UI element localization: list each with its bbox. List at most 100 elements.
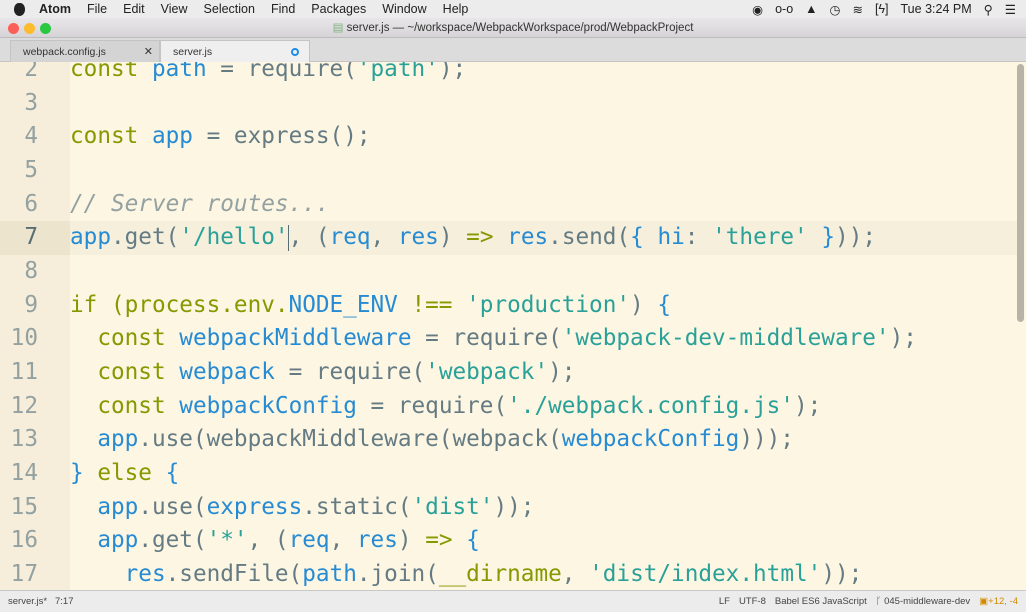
notification-center-icon[interactable]: ☰ [1005,2,1016,17]
menu-help[interactable]: Help [443,2,469,16]
line-text: const webpackMiddleware = require('webpa… [70,322,917,356]
timer-icon[interactable]: ◷ [830,2,841,17]
code-token: 'dist/index.html' [589,560,822,587]
code-token: : [684,224,713,251]
menu-edit[interactable]: Edit [123,2,145,16]
apple-icon[interactable] [14,2,25,16]
glasses-icon[interactable]: o-o [775,2,793,16]
code-line[interactable]: 9 if (process.env.NODE_ENV !== 'productio… [0,289,1020,323]
code-token: !== [397,291,467,318]
code-token: 'dist' [411,493,494,520]
code-line[interactable]: 8 [0,255,1020,289]
code-line[interactable]: 11 const webpack = require('webpack'); [0,356,1020,390]
code-line[interactable]: 10 const webpackMiddleware = require('we… [0,322,1020,356]
code-line[interactable]: 4 const app = express(); [0,120,1020,154]
code-line[interactable]: 3 [0,87,1020,121]
code-token: app [151,123,193,150]
status-cursor-position[interactable]: 7:17 [55,596,74,607]
code-line[interactable]: 17 res.sendFile(path.join(__dirname, 'di… [0,558,1020,590]
tab-webpack-config[interactable]: webpack.config.js ✕ [10,40,160,62]
status-git-branch[interactable]: 045-middleware-dev [884,596,970,607]
line-number: 7 [0,221,70,255]
menu-view[interactable]: View [161,2,188,16]
code-token: .static( [302,493,412,520]
record-icon[interactable]: ◉ [752,2,763,17]
status-git-diff[interactable]: +12, -4 [988,596,1018,607]
menu-app-name[interactable]: Atom [39,2,71,16]
code-token: const [70,62,139,82]
code-line[interactable]: 14} else { [0,457,1020,491]
spotlight-search-icon[interactable]: ⚲ [984,2,993,17]
code-line[interactable]: 2 const path = require('path'); [0,62,1020,87]
code-line[interactable]: 12 const webpackConfig = require('./webp… [0,390,1020,424]
menu-window[interactable]: Window [382,2,426,16]
menu-packages[interactable]: Packages [311,2,366,16]
code-token: , ( [288,224,330,251]
modified-indicator-icon[interactable] [291,48,299,56]
wifi-icon[interactable]: ≋ [852,2,862,17]
code-token: ) [397,527,426,554]
code-token: => [466,224,494,251]
code-token: app [70,224,111,251]
line-text: const app = express(); [70,120,371,154]
minimize-window-icon[interactable] [24,23,35,34]
tab-bar: webpack.config.js ✕ server.js [0,38,1026,62]
title-bar: ▤ server.js — ~/workspace/WebpackWorkspa… [0,18,1026,38]
code-token: req [288,527,330,554]
code-token: 'there' [712,224,808,251]
close-tab-icon[interactable]: ✕ [144,41,153,63]
code-token: 'production' [466,291,631,318]
code-token: webpackConfig [561,426,740,453]
clock[interactable]: Tue 3:24 PM [901,2,972,16]
status-bar: server.js* 7:17 LF UTF-8 Babel ES6 JavaS… [0,590,1026,612]
status-grammar[interactable]: Babel ES6 JavaScript [775,591,867,612]
code-editor[interactable]: 2 const path = require('path'); 3 4 const ap… [0,62,1026,590]
status-line-ending[interactable]: LF [719,591,730,612]
status-file-name[interactable]: server.js* [8,596,47,607]
status-encoding[interactable]: UTF-8 [739,591,766,612]
menu-file[interactable]: File [87,2,107,16]
code-line[interactable]: 5 [0,154,1020,188]
code-line[interactable]: 6 // Server routes... [0,188,1020,222]
line-text: const path = require('path'); [70,62,466,87]
code-line[interactable]: 13 app.use(webpackMiddleware(webpack(web… [0,423,1020,457]
zoom-window-icon[interactable] [40,23,51,34]
line-number: 2 [24,62,38,82]
code-token: { hi [630,224,685,251]
code-line[interactable]: 15 app.use(express.static('dist')); [0,491,1020,525]
code-token: express [206,493,303,520]
code-token: 'webpack-dev-middleware' [561,325,890,352]
code-token: const [97,392,166,419]
code-token: path [151,62,207,82]
tab-server-js[interactable]: server.js [160,40,310,62]
code-token: const [70,123,139,150]
line-text: const webpack = require('webpack'); [70,356,575,390]
code-line[interactable]: 7 app.get('/hello', (req, res) => res.sen… [0,221,1020,255]
code-token: 'webpack' [425,358,549,385]
code-token: else [83,459,166,486]
battery-charging-icon[interactable]: [ϟ] [875,2,889,16]
line-text: app.get('/hello', (req, res) => res.send… [70,221,876,255]
code-token: res [507,224,549,251]
code-token: ) [630,291,658,318]
code-line[interactable]: 16 app.get('*', (req, res) => { [0,524,1020,558]
line-text: // Server routes... [70,188,330,222]
code-token: './webpack.config.js' [507,392,794,419]
vertical-scrollbar[interactable] [1017,64,1024,322]
line-number: 17 [10,560,38,587]
code-token: NODE_ENV [288,291,398,318]
menu-selection[interactable]: Selection [204,2,255,16]
drive-icon[interactable]: ▲ [805,2,817,16]
code-token: = express(); [192,123,371,150]
menu-find[interactable]: Find [271,2,295,16]
close-window-icon[interactable] [8,23,19,34]
